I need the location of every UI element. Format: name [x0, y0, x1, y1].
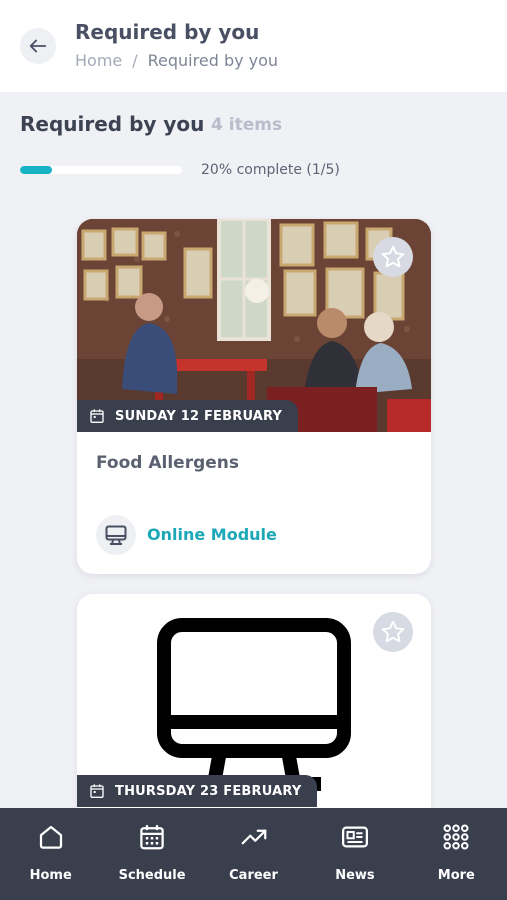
progress-text: 20% complete (1/5) — [201, 162, 340, 178]
breadcrumb: Home / Required by you — [75, 51, 278, 70]
nav-item-news[interactable]: News — [304, 808, 405, 900]
date-text: SUNDAY 12 FEBRUARY — [115, 408, 283, 424]
progress-bar-fill — [20, 166, 53, 174]
star-icon — [381, 620, 405, 643]
trending-up-icon — [239, 822, 269, 852]
favorite-button[interactable] — [373, 612, 413, 652]
date-badge: THURSDAY 23 FEBRUARY — [77, 775, 318, 807]
nav-item-home[interactable]: Home — [0, 808, 101, 900]
progress-bar — [20, 166, 182, 174]
breadcrumb-current: Required by you — [147, 51, 279, 70]
newspaper-icon — [340, 822, 370, 852]
nav-label: News — [335, 868, 375, 883]
module-type-label: Online Module — [147, 525, 277, 544]
home-icon — [36, 822, 66, 852]
nav-label: Career — [229, 868, 278, 883]
item-count: 4 items — [211, 115, 283, 135]
section-title: Required by you — [20, 112, 205, 136]
breadcrumb-home-link[interactable]: Home — [75, 51, 122, 70]
favorite-button[interactable] — [373, 237, 413, 277]
back-button[interactable] — [20, 28, 56, 64]
page-header: Required by you Home / Required by you — [0, 0, 507, 92]
module-type-icon — [96, 515, 136, 555]
nav-item-more[interactable]: More — [406, 808, 507, 900]
card-title[interactable]: Food Allergens — [96, 453, 239, 473]
arrow-left-icon — [29, 39, 47, 53]
calendar-icon — [137, 822, 167, 852]
nav-label: More — [437, 868, 475, 883]
monitor-icon — [105, 525, 127, 545]
page-title: Required by you — [75, 20, 260, 44]
bottom-nav: Home Schedule Career News More — [0, 808, 507, 900]
calendar-icon — [90, 784, 104, 798]
grid-icon — [441, 822, 471, 852]
star-icon — [381, 245, 405, 268]
date-badge: SUNDAY 12 FEBRUARY — [77, 400, 299, 432]
course-card[interactable]: SUNDAY 12 FEBRUARY Food Allergens Online… — [77, 219, 431, 574]
breadcrumb-separator: / — [132, 51, 138, 70]
course-card[interactable]: THURSDAY 23 FEBRUARY — [77, 594, 431, 834]
nav-item-schedule[interactable]: Schedule — [101, 808, 202, 900]
calendar-icon — [90, 409, 104, 423]
nav-item-career[interactable]: Career — [203, 808, 304, 900]
nav-label: Schedule — [118, 868, 186, 883]
date-text: THURSDAY 23 FEBRUARY — [115, 783, 302, 799]
nav-label: Home — [29, 868, 72, 883]
